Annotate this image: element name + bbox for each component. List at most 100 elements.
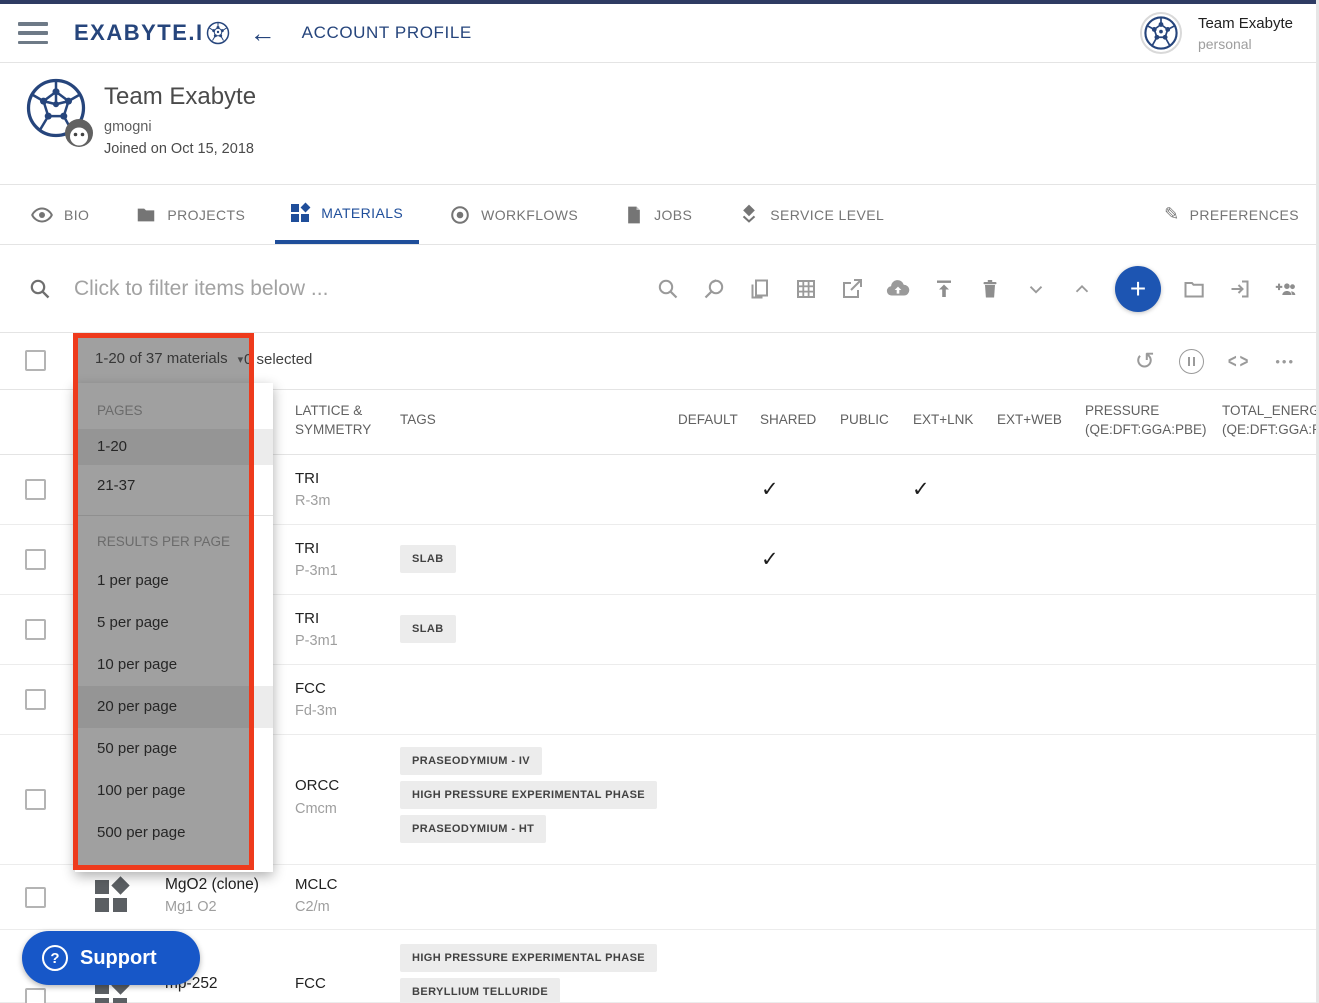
- tab-projects[interactable]: PROJECTS: [119, 185, 261, 244]
- menu-section-results-per-page: RESULTS PER PAGE: [75, 524, 273, 560]
- search-again-icon[interactable]: [701, 276, 727, 302]
- row-lattice: FCC: [295, 680, 326, 697]
- row-symmetry: R-3m: [295, 493, 330, 509]
- preferences-label: PREFERENCES: [1190, 207, 1299, 223]
- material-tag: BERYLLIUM TELLURIDE: [400, 978, 560, 1003]
- upload-icon[interactable]: [931, 276, 957, 302]
- profile-avatar: [26, 78, 86, 138]
- logo-ball-icon: [206, 21, 230, 45]
- pagination-range-label: 1-20 of 37 materials: [95, 350, 228, 367]
- profile-name: Team Exabyte: [104, 83, 256, 111]
- caret-down-icon: ▾: [238, 354, 244, 366]
- menu-item-per-page[interactable]: 20 per page: [75, 686, 273, 728]
- row-name[interactable]: MgO2 (clone): [165, 876, 259, 894]
- target-icon: [449, 204, 471, 226]
- material-tag: HIGH PRESSURE EXPERIMENTAL PHASE: [400, 781, 657, 809]
- chevron-down-icon[interactable]: [1023, 276, 1049, 302]
- add-material-button[interactable]: +: [1115, 266, 1161, 312]
- menu-item-per-page[interactable]: 1 per page: [75, 560, 273, 602]
- row-checkbox[interactable]: [25, 689, 46, 710]
- col-tags[interactable]: TAGS: [400, 412, 436, 427]
- material-tag: PRASEODYMIUM - HT: [400, 815, 546, 843]
- navbar-user-name: Team Exabyte: [1198, 15, 1293, 32]
- pause-icon[interactable]: [1179, 349, 1204, 374]
- row-symmetry: C2/m: [295, 899, 330, 915]
- page-title: ACCOUNT PROFILE: [302, 23, 472, 43]
- search-action-icon[interactable]: [655, 276, 681, 302]
- tab-service-level-label: SERVICE LEVEL: [770, 207, 884, 223]
- preferences-button[interactable]: ✎ PREFERENCES: [1164, 185, 1299, 244]
- navbar-user-scope: personal: [1198, 36, 1293, 52]
- row-checkbox[interactable]: [25, 887, 46, 908]
- profile-joined-date: Joined on Oct 15, 2018: [104, 141, 254, 157]
- chevron-up-icon[interactable]: [1069, 276, 1095, 302]
- navbar-user[interactable]: Team Exabyte personal: [1140, 12, 1293, 54]
- more-options-icon[interactable]: •••: [1275, 354, 1295, 369]
- check-icon: ✓: [912, 477, 930, 502]
- profile-header: Team Exabyte gmogni Joined on Oct 15, 20…: [0, 63, 1319, 185]
- support-button[interactable]: ? Support: [22, 931, 200, 985]
- tab-jobs-label: JOBS: [654, 207, 692, 223]
- grid-icon[interactable]: [793, 276, 819, 302]
- select-all-checkbox[interactable]: [25, 350, 46, 371]
- col-pressure-line1[interactable]: PRESSURE: [1085, 403, 1159, 418]
- menu-item-per-page[interactable]: 500 per page: [75, 812, 273, 854]
- row-checkbox[interactable]: [25, 789, 46, 810]
- menu-item-per-page[interactable]: 100 per page: [75, 770, 273, 812]
- row-checkbox[interactable]: [25, 619, 46, 640]
- document-icon: [624, 204, 644, 226]
- tab-bio[interactable]: BIO: [14, 185, 105, 244]
- face-badge-icon: [64, 118, 94, 148]
- col-default[interactable]: DEFAULT: [678, 412, 738, 427]
- logo[interactable]: EXABYTE.I: [74, 20, 230, 46]
- pagination-dropdown-trigger[interactable]: 1-20 of 37 materials ▾: [95, 350, 243, 367]
- cloud-upload-icon[interactable]: [885, 276, 911, 302]
- tab-service-level[interactable]: SERVICE LEVEL: [722, 185, 900, 244]
- col-shared[interactable]: SHARED: [760, 412, 816, 427]
- delete-icon[interactable]: [977, 276, 1003, 302]
- col-lattice-line1[interactable]: LATTICE &: [295, 403, 362, 418]
- tab-jobs[interactable]: JOBS: [608, 185, 708, 244]
- col-public[interactable]: PUBLIC: [840, 412, 889, 427]
- tab-workflows[interactable]: WORKFLOWS: [433, 185, 594, 244]
- check-icon: ✓: [761, 477, 779, 502]
- menu-item-per-page[interactable]: 10 per page: [75, 644, 273, 686]
- account-profile-page: EXABYTE.I ← ACCOUNT PR: [0, 0, 1319, 1003]
- menu-divider: [75, 515, 273, 516]
- materials-icon: [291, 203, 311, 223]
- search-icon: [28, 277, 52, 301]
- menu-item-page-range[interactable]: 21-37: [75, 465, 273, 507]
- row-checkbox[interactable]: [25, 549, 46, 570]
- col-ext-lnk[interactable]: EXT+LNK: [913, 412, 973, 427]
- check-icon: ✓: [761, 547, 779, 572]
- material-tag: PRASEODYMIUM - IV: [400, 747, 542, 775]
- add-group-icon[interactable]: [1273, 276, 1299, 302]
- folder-outline-icon[interactable]: [1181, 276, 1207, 302]
- back-arrow-icon[interactable]: ←: [250, 20, 276, 46]
- row-symmetry: Cmcm: [295, 801, 337, 817]
- row-formula: Mg1 O2: [165, 899, 217, 915]
- filter-toolbar: +: [0, 246, 1319, 333]
- menu-item-per-page[interactable]: 50 per page: [75, 728, 273, 770]
- row-symmetry: Fd-3m: [295, 703, 337, 719]
- filter-input[interactable]: [74, 277, 554, 301]
- row-symmetry: P-3m1: [295, 633, 338, 649]
- tab-materials[interactable]: MATERIALS: [275, 185, 419, 244]
- undo-icon[interactable]: ↺: [1135, 350, 1155, 374]
- col-total-energy-line1[interactable]: TOTAL_ENERGY: [1222, 403, 1319, 418]
- material-icon: [95, 878, 131, 914]
- import-icon[interactable]: [1227, 276, 1253, 302]
- material-tag: SLAB: [400, 615, 456, 643]
- col-ext-web[interactable]: EXT+WEB: [997, 412, 1062, 427]
- copy-icon[interactable]: [747, 276, 773, 302]
- menu-item-per-page[interactable]: 5 per page: [75, 602, 273, 644]
- code-icon[interactable]: <>: [1228, 350, 1252, 372]
- col-lattice-line2: SYMMETRY: [295, 422, 371, 437]
- open-in-new-icon[interactable]: [839, 276, 865, 302]
- row-checkbox[interactable]: [25, 479, 46, 500]
- menu-item-page-range[interactable]: 1-20: [75, 429, 273, 465]
- row-checkbox[interactable]: [25, 988, 46, 1003]
- row-lattice: ORCC: [295, 777, 339, 794]
- menu-icon[interactable]: [18, 22, 48, 44]
- row-lattice: FCC: [295, 975, 326, 992]
